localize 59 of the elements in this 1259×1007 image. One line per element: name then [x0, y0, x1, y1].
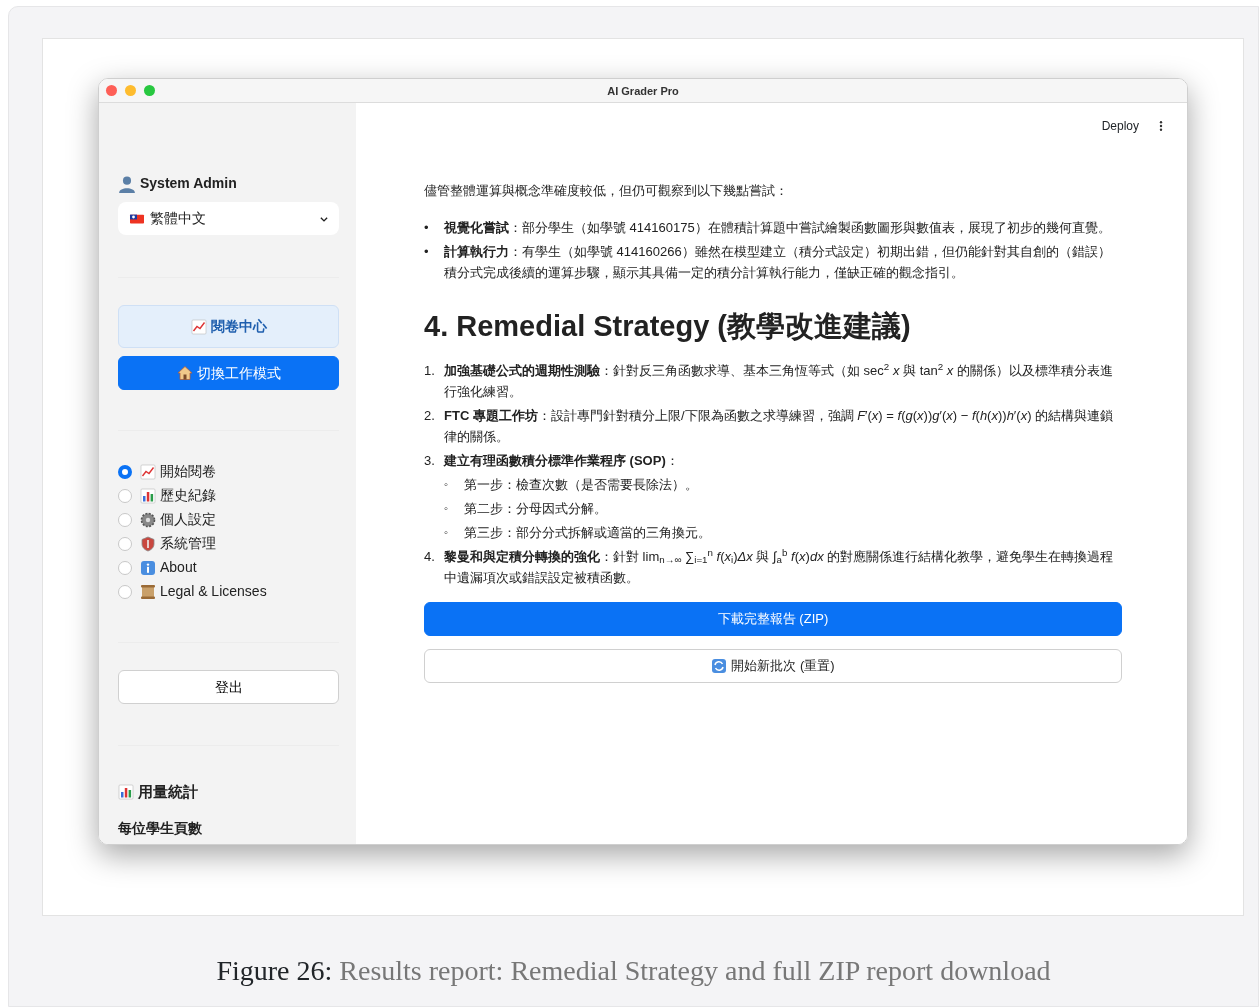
radio-button[interactable] — [118, 560, 132, 575]
language-select[interactable]: 繁體中文 — [118, 202, 339, 235]
list-marker: 4. — [424, 547, 436, 566]
section-heading: 4. Remedial Strategy (教學改進建議) — [424, 309, 912, 344]
scroll-icon — [140, 583, 156, 600]
list-marker: 3. — [424, 451, 436, 470]
list-item-text: 第一步：檢查次數（是否需要長除法）。 — [464, 475, 698, 494]
list-item-text: 黎曼和與定積分轉換的強化：針對 lim$_{n→∞}$ ∑$_{i=1}$$^{n}$ f(x$_{i}$)Δx 與 ∫$_{a}$$^{b}$ f(x)dx 的對應關係進行結構化教學，避免學生在轉換過程中遺漏項次或錯誤設定被積函數。 — [444, 545, 1115, 587]
stats-subheading: 每位學生頁數 — [118, 818, 203, 838]
bar-chart-icon — [140, 487, 156, 504]
radio-button[interactable] — [118, 536, 132, 551]
user-name: System Admin — [140, 174, 237, 193]
page-radio-option[interactable]: 系統管理 — [118, 533, 339, 554]
line-chart-icon — [190, 318, 207, 335]
intro-paragraph: 儘管整體運算與概念準確度較低，但仍可觀察到以下幾點嘗試： — [424, 182, 789, 200]
nav-button[interactable]: 閱卷中心 — [118, 305, 339, 348]
info-icon — [140, 559, 156, 576]
nav-button[interactable]: 切換工作模式 — [118, 356, 339, 390]
logout-button[interactable]: 登出 — [118, 670, 339, 704]
line-chart-icon — [140, 463, 156, 480]
window-title: AI Grader Pro — [607, 84, 679, 99]
list-item-text: 第三步：部分分式拆解或適當的三角換元。 — [464, 523, 711, 542]
bar-chart-icon — [118, 784, 134, 801]
list-marker: 1. — [424, 361, 436, 380]
page-radio-option[interactable]: About — [118, 557, 339, 578]
radio-button[interactable] — [118, 488, 132, 503]
list-marker: ◦ — [444, 524, 449, 540]
figure-caption: Figure 26: Results report: Remedial Strategy and full ZIP report download — [216, 955, 1051, 986]
deploy-link[interactable]: Deploy — [1101, 117, 1139, 135]
refresh-icon — [711, 657, 728, 674]
list-item-text: 加強基礎公式的週期性測驗：針對反三角函數求導、基本三角恆等式（如 sec$^{2}$ x 與 tan$^{2}$ x 的關係）以及標準積分表進行強化練習。 — [444, 359, 1114, 401]
radio-button[interactable] — [118, 512, 132, 527]
house-icon — [176, 365, 193, 381]
page-radio-option[interactable]: Legal & Licenses — [118, 581, 339, 602]
radio-button[interactable] — [118, 464, 132, 479]
action-button[interactable]: 下載完整報告 (ZIP) — [424, 601, 1122, 636]
list-marker: 2. — [424, 406, 436, 425]
stats-heading: 用量統計 — [138, 782, 198, 802]
action-button[interactable]: 開始新批次 (重置) — [424, 648, 1122, 683]
gear-icon — [140, 511, 156, 528]
radio-button[interactable] — [118, 584, 132, 599]
language-value: 繁體中文 — [150, 209, 207, 228]
list-marker: • — [424, 243, 430, 261]
list-marker: • — [424, 219, 430, 237]
list-item-text: 建立有理函數積分標準作業程序 (SOP)： — [444, 451, 679, 470]
shield-icon — [140, 535, 156, 552]
window-control-icon[interactable] — [125, 85, 136, 96]
list-marker: ◦ — [444, 476, 449, 492]
page-radio-option[interactable]: 個人設定 — [118, 509, 339, 530]
window-control-icon[interactable] — [144, 85, 155, 96]
person-icon — [118, 174, 136, 193]
window-control-icon[interactable] — [106, 85, 117, 96]
list-item-text: 視覺化嘗試：部分學生（如學號 414160175）在體積計算題中嘗試繪製函數圖形與數值表，展現了初步的幾何直覺。 — [444, 219, 1111, 237]
list-item-text: 計算執行力：有學生（如學號 414160266）雖然在模型建立（積分式設定）初期出錯，但仍能針對其自創的（錯誤）積分式完成後續的運算步驟，顯示其具備一定的積分計算執行能力，僅缺正確的觀念指引。 — [444, 243, 1112, 282]
page-radio-option[interactable]: 開始閱卷 — [118, 461, 339, 482]
list-item-text: FTC 專題工作坊：設計專門針對積分上限/下限為函數之求導練習，強調 F′(x) = f(g(x))g′(x) − f(h(x))h′(x) 的結構與連鎖律的關係。 — [444, 406, 1115, 446]
list-item-text: 第二步：分母因式分解。 — [464, 499, 607, 518]
list-marker: ◦ — [444, 500, 449, 516]
page-radio-option[interactable]: 歷史紀錄 — [118, 485, 339, 506]
